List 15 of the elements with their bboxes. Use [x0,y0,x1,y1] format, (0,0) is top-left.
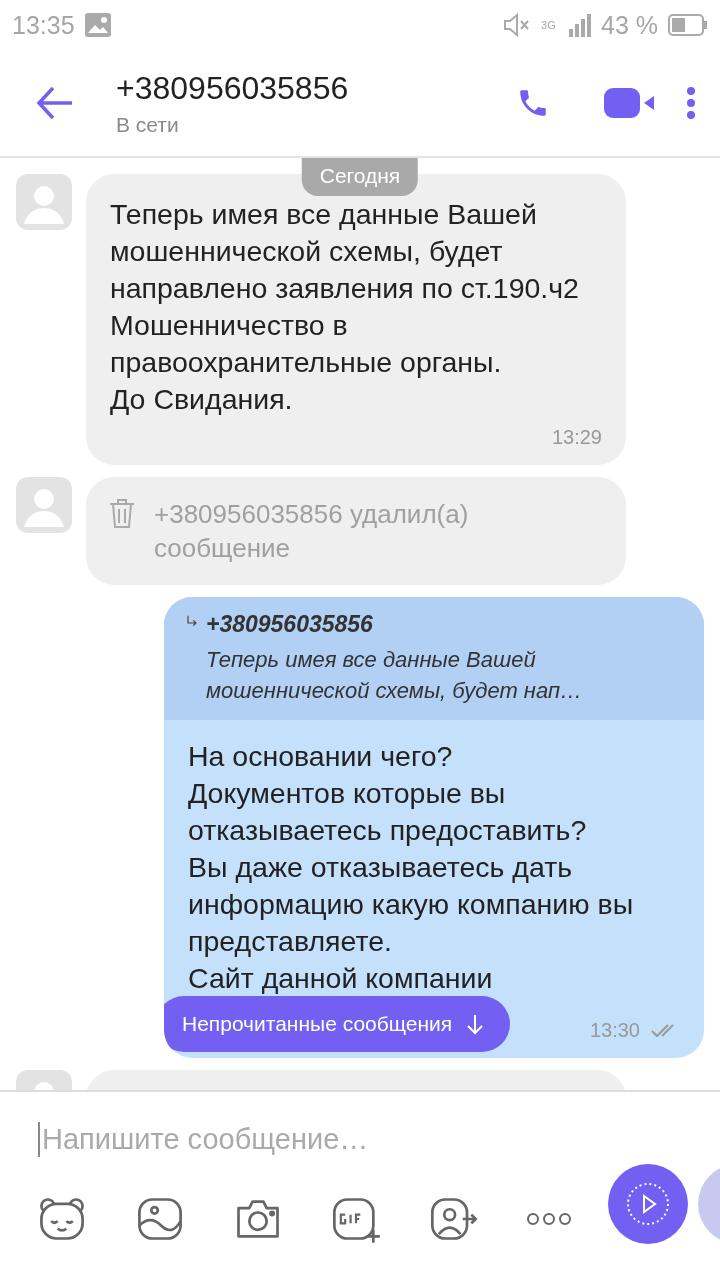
quote-text: Теперь имея все данные Вашей мошеннической схемы, будет нап… [206,646,584,705]
contact-name: +380956035856 [116,69,350,107]
quote-author: +380956035856 [206,611,374,638]
battery-percent: 43 % [601,10,658,40]
network-type: 3G [541,19,557,31]
quoted-message[interactable]: +380956035856 Теперь имея все данные Вашей мошеннической схемы, будет нап… [164,597,704,720]
deleted-notice: +380956035856 удалил(а) сообщение [154,498,470,565]
message-text: На основании чего? Документов которые вы отказываетесь предоставить? Вы даже отказываетесь дать информацию какую компанию вы представляете. Сайт данной компании [188,739,635,996]
unread-messages-button[interactable]: Непрочитанные сообщения [164,996,511,1052]
message-time: 13:29 [551,426,602,449]
message-time: 13:30 [589,1019,640,1042]
clock-time: 13:35 [12,10,75,40]
message-text: Теперь имея все данные Вашей мошеннической схемы, будет направлено заявления по ст.190.ч2 Мошенничество в правоохранительные органы. До Свидания. [110,197,580,417]
date-chip: Сегодня [301,158,419,196]
contact-status: В сети [116,112,180,137]
